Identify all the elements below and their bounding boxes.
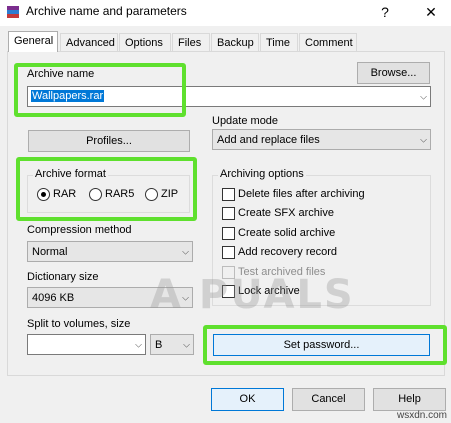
create-solid-label: Create solid archive xyxy=(238,227,336,239)
tab-advanced[interactable]: Advanced xyxy=(60,33,118,52)
set-password-highlight xyxy=(203,325,447,365)
chevron-down-icon[interactable]: ⌵ xyxy=(182,246,189,257)
tab-options[interactable]: Options xyxy=(119,33,171,52)
update-mode-value: Add and replace files xyxy=(217,134,320,146)
help-button[interactable]: Help xyxy=(373,388,446,411)
tab-backup[interactable]: Backup xyxy=(211,33,259,52)
tab-general[interactable]: General xyxy=(8,31,58,52)
close-icon[interactable]: ✕ xyxy=(418,2,444,22)
recovery-record-label: Add recovery record xyxy=(238,246,338,258)
split-volumes-label: Split to volumes, size xyxy=(27,318,131,330)
watermark-logo: A PUALS xyxy=(150,272,355,318)
create-sfx-label: Create SFX archive xyxy=(238,207,334,219)
compression-method-label: Compression method xyxy=(27,224,132,236)
chevron-down-icon[interactable]: ⌵ xyxy=(135,339,142,350)
window-title: Archive name and parameters xyxy=(26,4,187,18)
update-mode-label: Update mode xyxy=(212,115,279,127)
dictionary-size-label: Dictionary size xyxy=(27,271,99,283)
recovery-record-checkbox[interactable] xyxy=(222,246,235,259)
cancel-button[interactable]: Cancel xyxy=(292,388,365,411)
profiles-button[interactable]: Profiles... xyxy=(28,130,190,152)
create-solid-checkbox[interactable] xyxy=(222,227,235,240)
split-volumes-size-field[interactable]: ⌵ xyxy=(27,334,146,355)
archive-format-highlight xyxy=(16,157,197,221)
create-sfx-checkbox[interactable] xyxy=(222,207,235,220)
compression-method-select[interactable]: Normal ⌵ xyxy=(27,241,193,262)
dictionary-size-value: 4096 KB xyxy=(32,292,75,304)
compression-method-value: Normal xyxy=(32,246,68,258)
ok-button[interactable]: OK xyxy=(211,388,284,411)
tab-time[interactable]: Time xyxy=(260,33,298,52)
split-volumes-unit-select[interactable]: B ⌵ xyxy=(150,334,194,355)
chevron-down-icon[interactable]: ⌵ xyxy=(420,91,427,102)
chevron-down-icon[interactable]: ⌵ xyxy=(420,134,427,145)
chevron-down-icon[interactable]: ⌵ xyxy=(183,339,190,350)
delete-files-label: Delete files after archiving xyxy=(238,188,365,200)
site-credit: wsxdn.com xyxy=(396,410,447,421)
split-volumes-unit: B xyxy=(155,339,163,351)
update-mode-select[interactable]: Add and replace files ⌵ xyxy=(212,129,431,150)
winrar-app-icon xyxy=(6,5,20,19)
browse-button[interactable]: Browse... xyxy=(357,62,430,84)
archiving-options-label: Archiving options xyxy=(218,168,306,180)
help-title-button[interactable]: ? xyxy=(372,2,398,22)
tab-files[interactable]: Files xyxy=(172,33,210,52)
delete-files-checkbox[interactable] xyxy=(222,188,235,201)
archive-name-highlight xyxy=(14,63,186,117)
tab-comment[interactable]: Comment xyxy=(299,33,357,52)
